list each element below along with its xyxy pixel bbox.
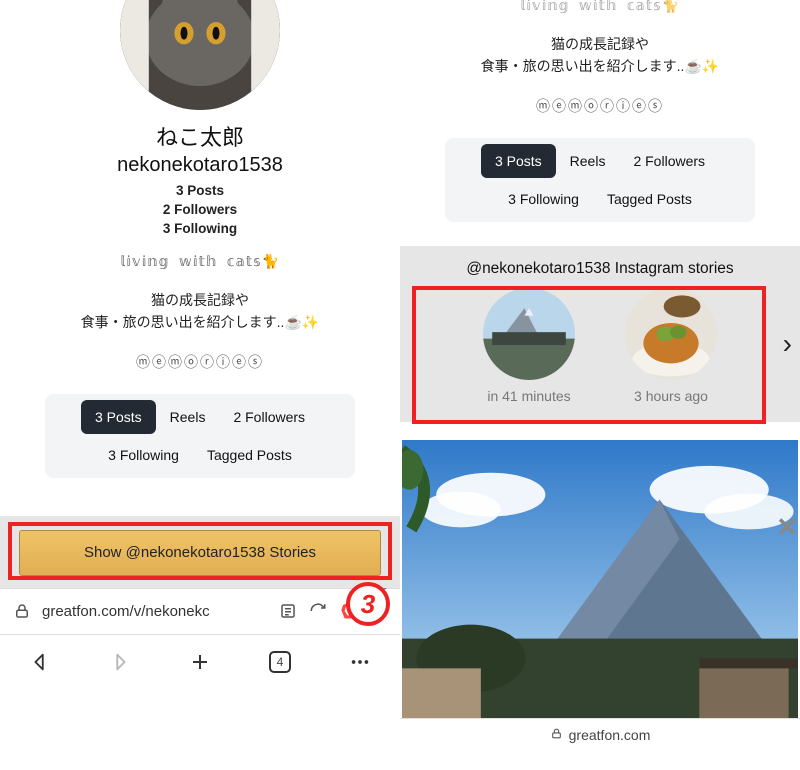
tab-followers[interactable]: 2 Followers (219, 400, 319, 434)
display-name: ねこ太郎 (156, 120, 244, 152)
profile-tabs: 3 Posts Reels 2 Followers 3 Following Ta… (45, 394, 355, 478)
bio-memories: ⓜⓔⓜⓞⓡⓘⓔⓢ (136, 352, 264, 372)
story-item-1[interactable]: in 41 minutes (483, 288, 575, 404)
tab-followers[interactable]: 2 Followers (619, 144, 719, 178)
cat-icon: 🐈 (262, 255, 280, 271)
tab-reels[interactable]: Reels (556, 144, 620, 178)
tab-posts[interactable]: 3 Posts (481, 144, 556, 178)
story-caption-1: in 41 minutes (487, 388, 570, 404)
browser-url-bar[interactable]: greatfon.com (400, 718, 800, 752)
menu-icon[interactable] (342, 644, 378, 680)
bio-tagline: 𝕝𝕚𝕧𝕚𝕟𝕘 𝕨𝕚𝕥𝕙 𝕔𝕒𝕥𝕤🐈 (520, 0, 680, 15)
chevron-right-icon[interactable]: › (783, 328, 792, 360)
stories-title: @nekonekotaro1538 Instagram stories (410, 260, 790, 278)
reload-icon[interactable] (308, 601, 328, 621)
back-icon[interactable] (22, 644, 58, 680)
avatar[interactable] (120, 0, 280, 110)
tab-tagged[interactable]: Tagged Posts (593, 182, 706, 216)
cat-icon: 🐈 (662, 0, 680, 15)
bio-memories: ⓜⓔⓜⓞⓡⓘⓔⓢ (536, 96, 664, 116)
close-icon[interactable]: ✕ (776, 512, 798, 543)
story-thumb-2 (625, 288, 717, 380)
bio-description: 猫の成長記録や 食事・旅の思い出を紹介します..☕✨ (81, 289, 320, 334)
reader-icon[interactable] (278, 601, 298, 621)
url-text: greatfon.com/v/nekonekc (42, 603, 268, 620)
story-thumb-1 (483, 288, 575, 380)
stat-posts: 3 Posts (176, 183, 224, 198)
new-tab-icon[interactable] (182, 644, 218, 680)
tab-posts[interactable]: 3 Posts (81, 400, 156, 434)
stories-panel: @nekonekotaro1538 Instagram stories in 4… (400, 246, 800, 422)
tab-following[interactable]: 3 Following (494, 182, 593, 216)
browser-url-bar[interactable]: greatfon.com/v/nekonekc ? (0, 588, 400, 634)
lock-icon (12, 601, 32, 621)
profile-tabs: 3 Posts Reels 2 Followers 3 Following Ta… (445, 138, 755, 222)
tab-tagged[interactable]: Tagged Posts (193, 438, 306, 472)
annotation-callout-3: 3 (346, 582, 390, 626)
url-text: greatfon.com (569, 727, 651, 743)
story-caption-2: 3 hours ago (634, 388, 708, 404)
bio-tagline: 𝕝𝕚𝕧𝕚𝕟𝕘 𝕨𝕚𝕥𝕙 𝕔𝕒𝕥𝕤🐈 (120, 254, 280, 271)
forward-icon[interactable] (102, 644, 138, 680)
stat-following: 3 Following (163, 221, 237, 236)
tabs-button[interactable]: 4 (262, 644, 298, 680)
bio-description: 猫の成長記録や 食事・旅の思い出を紹介します..☕✨ (481, 33, 720, 78)
lock-icon (550, 727, 563, 743)
post-photo[interactable] (402, 440, 798, 718)
story-item-2[interactable]: 3 hours ago (625, 288, 717, 404)
tab-reels[interactable]: Reels (156, 400, 220, 434)
show-stories-button[interactable]: Show @nekonekotaro1538 Stories (19, 530, 381, 576)
tab-following[interactable]: 3 Following (94, 438, 193, 472)
show-stories-panel: Show @nekonekotaro1538 Stories (0, 516, 400, 588)
browser-nav-bar: 4 (0, 634, 400, 690)
stat-followers: 2 Followers (163, 202, 237, 217)
username: nekonekotaro1538 (117, 154, 283, 177)
